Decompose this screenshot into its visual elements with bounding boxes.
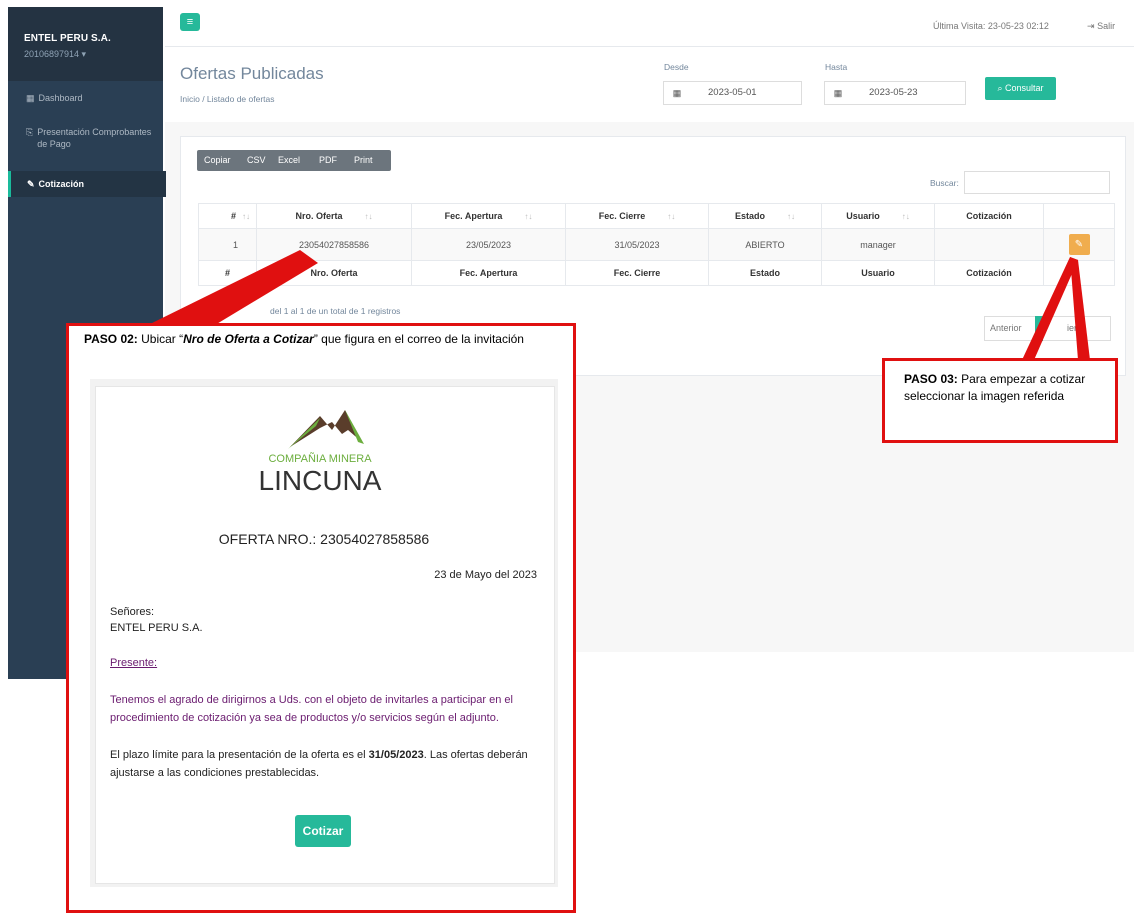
email-oferta-number: OFERTA NRO.: 23054027858586 xyxy=(218,531,430,547)
paso2-text: PASO 02: Ubicar “Nro de Oferta a Cotizar… xyxy=(84,332,524,346)
email-salutation: Señores: xyxy=(110,606,155,618)
email-recipient: ENTEL PERU S.A. xyxy=(110,622,203,634)
lincuna-logo: COMPAÑIA MINERA LINCUNA xyxy=(259,410,382,496)
email-paragraph-2: El plazo límite para la presentación de … xyxy=(110,749,528,779)
email-date: 23 de Mayo del 2023 xyxy=(434,569,537,581)
paso3-pointer-right xyxy=(1070,257,1090,360)
logo-text-top: COMPAÑIA MINERA xyxy=(268,452,372,465)
email-presente: Presente: xyxy=(110,657,158,669)
paso3-pointer-left xyxy=(1022,257,1078,360)
email-cotizar-button[interactable]: Cotizar xyxy=(295,815,351,847)
email-paragraph-1: Tenemos el agrado de dirigirnos a Uds. c… xyxy=(110,694,513,724)
paso2-pointer xyxy=(148,250,318,325)
logo-text-bottom: LINCUNA xyxy=(259,465,382,496)
paso3-text: PASO 03: Para empezar a cotizar seleccio… xyxy=(904,372,1086,403)
